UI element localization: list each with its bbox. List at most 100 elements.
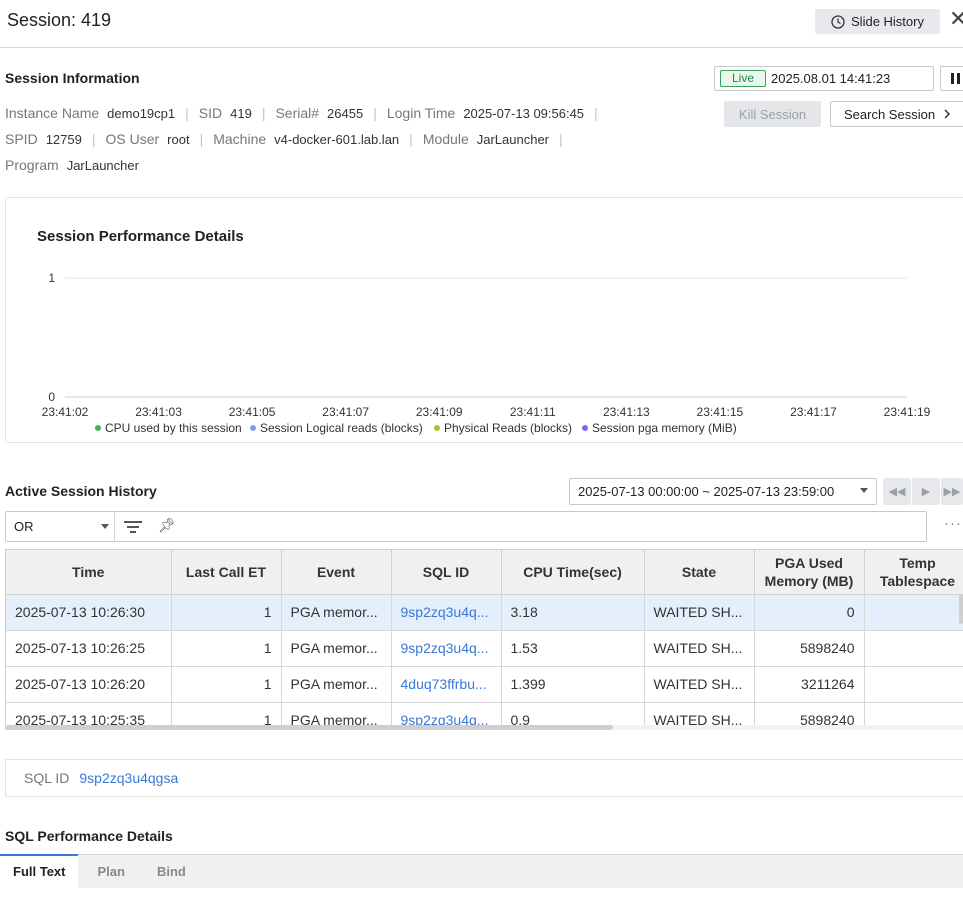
login-time-label: Login Time xyxy=(386,105,456,121)
sid-value: 419 xyxy=(230,105,252,121)
column-header[interactable]: Temp Tablespace xyxy=(864,550,963,595)
pin-icon[interactable]: 📌︎ xyxy=(158,517,176,534)
y-tick-label: 1 xyxy=(48,271,55,285)
rewind-icon: ◀◀ xyxy=(888,486,906,498)
cell-state: WAITED SH... xyxy=(644,594,755,631)
play-icon: ▶ xyxy=(921,486,931,498)
legend-label: CPU used by this session xyxy=(105,421,242,435)
cell-time: 2025-07-13 10:26:30 xyxy=(6,594,172,631)
rewind-button[interactable]: ◀◀ xyxy=(883,478,911,505)
live-time-display: Live 2025.08.01 14:41:23 xyxy=(714,66,934,91)
live-time: 2025.08.01 14:41:23 xyxy=(771,71,891,86)
pause-icon xyxy=(950,73,954,84)
slide-history-label: Slide History xyxy=(851,14,924,29)
filter-operator-select[interactable]: OR xyxy=(6,512,115,541)
x-tick-label: 23:41:03 xyxy=(135,405,182,419)
machine-value: v4-docker-601.lab.lan xyxy=(274,131,400,147)
column-header[interactable]: Last Call ET xyxy=(171,550,282,595)
filter-operator-value: OR xyxy=(14,519,34,534)
column-header[interactable]: SQL ID xyxy=(391,550,502,595)
chevron-down-icon xyxy=(101,524,109,529)
column-header[interactable]: Time xyxy=(6,550,172,595)
close-icon[interactable]: ✕ xyxy=(949,6,963,32)
cell-temp-tablespace xyxy=(864,594,963,631)
cell-time: 2025-07-13 10:26:20 xyxy=(6,666,172,703)
cell-sql-id-link[interactable]: 4duq73ffrbu... xyxy=(391,666,502,703)
scrollbar-thumb[interactable] xyxy=(5,725,613,730)
ash-title: Active Session History xyxy=(5,483,157,499)
sql-id-label: SQL ID xyxy=(24,770,70,786)
search-session-button[interactable]: Search Session xyxy=(830,101,963,127)
instance-name-value: demo19cp1 xyxy=(107,105,176,121)
cell-temp-tablespace xyxy=(864,630,963,667)
tab-full-text[interactable]: Full Text xyxy=(0,854,79,888)
legend-marker xyxy=(582,425,588,431)
more-options-icon[interactable]: ··· xyxy=(944,515,962,532)
chevron-right-icon xyxy=(944,108,950,119)
table-row[interactable]: 2025-07-13 10:26:20 1 PGA memor... 4duq7… xyxy=(6,666,963,703)
x-tick-label: 23:41:15 xyxy=(697,405,744,419)
cell-event: PGA memor... xyxy=(281,630,392,667)
play-button[interactable]: ▶ xyxy=(912,478,940,505)
cell-cpu-time: 3.18 xyxy=(501,594,645,631)
program-value: JarLauncher xyxy=(66,157,139,173)
machine-label: Machine xyxy=(213,131,267,147)
spid-label: SPID xyxy=(5,131,38,147)
vertical-scrollbar[interactable] xyxy=(959,594,963,624)
x-tick-label: 23:41:05 xyxy=(229,405,276,419)
date-range-picker[interactable]: 2025-07-13 00:00:00 ~ 2025-07-13 23:59:0… xyxy=(569,478,877,505)
x-tick-label: 23:41:17 xyxy=(790,405,837,419)
chevron-down-icon xyxy=(860,488,868,493)
column-header[interactable]: PGA Used Memory (MB) xyxy=(754,550,865,595)
sql-perf-title: SQL Performance Details xyxy=(5,828,173,844)
cell-cpu-time: 1.399 xyxy=(501,666,645,703)
module-value: JarLauncher xyxy=(476,131,550,147)
date-range-value: 2025-07-13 00:00:00 ~ 2025-07-13 23:59:0… xyxy=(578,484,835,499)
dialog-header: Session: 419 Slide History ✕ xyxy=(0,0,963,48)
cell-event: PGA memor... xyxy=(281,666,392,703)
spid-value: 12759 xyxy=(45,131,82,147)
cell-sql-id-link[interactable]: 9sp2zq3u4q... xyxy=(391,630,502,667)
cell-temp-tablespace xyxy=(864,666,963,703)
horizontal-scrollbar[interactable] xyxy=(5,725,963,730)
legend-marker xyxy=(95,425,101,431)
cell-sql-id-link[interactable]: 9sp2zq3u4q... xyxy=(391,594,502,631)
cell-pga-used: 5898240 xyxy=(754,630,865,667)
tab-bind[interactable]: Bind xyxy=(144,855,199,888)
page-title: Session: 419 xyxy=(7,10,112,30)
cell-time: 2025-07-13 10:26:25 xyxy=(6,630,172,667)
clock-icon xyxy=(831,14,845,29)
program-label: Program xyxy=(5,157,59,173)
legend-marker xyxy=(250,425,256,431)
cell-state: WAITED SH... xyxy=(644,666,755,703)
session-performance-panel: Session Performance Details 1 0 23:41:02 23… xyxy=(5,197,963,443)
table-row[interactable]: 2025-07-13 10:26:30 1 PGA memor... 9sp2z… xyxy=(6,594,963,631)
sql-id-panel: SQL ID 9sp2zq3u4qgsa xyxy=(5,759,963,797)
slide-history-button[interactable]: Slide History xyxy=(815,9,940,34)
filter-icon[interactable] xyxy=(124,519,142,533)
legend-label: Session Logical reads (blocks) xyxy=(260,421,423,435)
kill-session-button[interactable]: Kill Session xyxy=(724,101,821,127)
session-info-row-3: Program JarLauncher xyxy=(5,157,139,173)
column-header[interactable]: Event xyxy=(281,550,392,595)
column-header[interactable]: State xyxy=(644,550,755,595)
legend-label: Session pga memory (MiB) xyxy=(592,421,737,435)
sid-label: SID xyxy=(198,105,223,121)
module-label: Module xyxy=(422,131,469,147)
sql-id-link[interactable]: 9sp2zq3u4qgsa xyxy=(79,770,178,786)
cell-event: PGA memor... xyxy=(281,594,392,631)
table-row[interactable]: 2025-07-13 10:26:25 1 PGA memor... 9sp2z… xyxy=(6,630,963,667)
pause-button[interactable] xyxy=(940,66,963,91)
session-info-row-1: Instance Name demo19cp1 | SID 419 | Seri… xyxy=(5,105,598,121)
cell-last-call-et: 1 xyxy=(171,630,282,667)
tab-plan[interactable]: Plan xyxy=(78,855,143,888)
login-time-value: 2025-07-13 09:56:45 xyxy=(463,105,585,121)
x-tick-label: 23:41:09 xyxy=(416,405,463,419)
fast-forward-button[interactable]: ▶▶ xyxy=(941,478,963,505)
x-tick-label: 23:41:07 xyxy=(322,405,369,419)
performance-chart: 1 023:41:02 23:41:03 23:41:05 23:41:07 23:41:… xyxy=(42,271,931,435)
cell-pga-used: 0 xyxy=(754,594,865,631)
sql-perf-tabs: Full Text Plan Bind xyxy=(0,854,963,888)
column-header[interactable]: CPU Time(sec) xyxy=(501,550,645,595)
cell-state: WAITED SH... xyxy=(644,630,755,667)
